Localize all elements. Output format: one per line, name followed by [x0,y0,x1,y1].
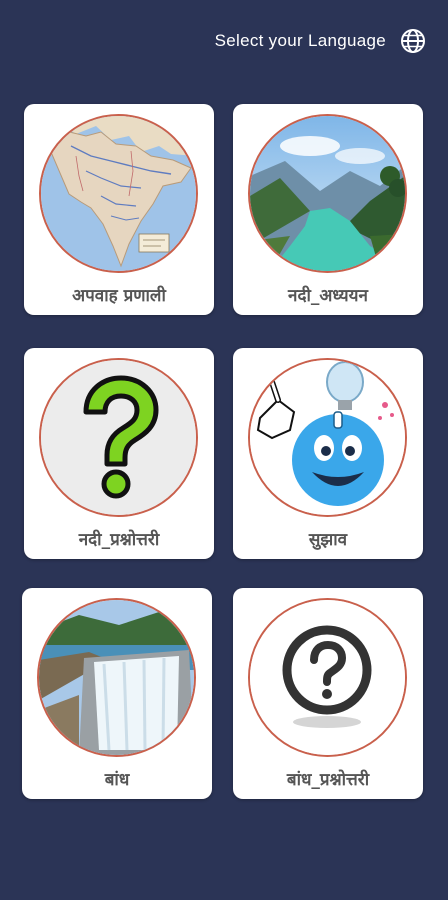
globe-icon [400,28,426,54]
question-circle-icon [248,598,407,757]
select-language-label: Select your Language [214,31,386,50]
green-question-mark-image [39,358,198,517]
card-drainage-system[interactable]: अपवाह प्रणाली [24,104,214,315]
card-label: बांध [104,770,130,790]
card-label: नदी_प्रश्नोत्तरी [78,530,160,550]
select-language-button[interactable]: Select your Language [215,28,426,54]
card-river-study[interactable]: नदी_अध्ययन [233,104,423,315]
card-dam-quiz[interactable]: बांध_प्रश्नोत्तरी [233,588,423,799]
river-valley-image [248,114,407,273]
card-label: नदी_अध्ययन [288,286,368,306]
card-dam[interactable]: बांध [22,588,212,799]
card-label: अपवाह प्रणाली [72,286,166,306]
card-river-quiz[interactable]: नदी_प्रश्नोत्तरी [24,348,214,559]
card-label: सुझाव [308,530,348,550]
card-label: बांध_प्रश्नोत्तरी [286,770,370,790]
idea-bulb-mascot-image [248,358,407,517]
dam-waterfall-image [37,598,196,757]
india-drainage-map-image [39,114,198,273]
card-suggestions[interactable]: सुझाव [233,348,423,559]
